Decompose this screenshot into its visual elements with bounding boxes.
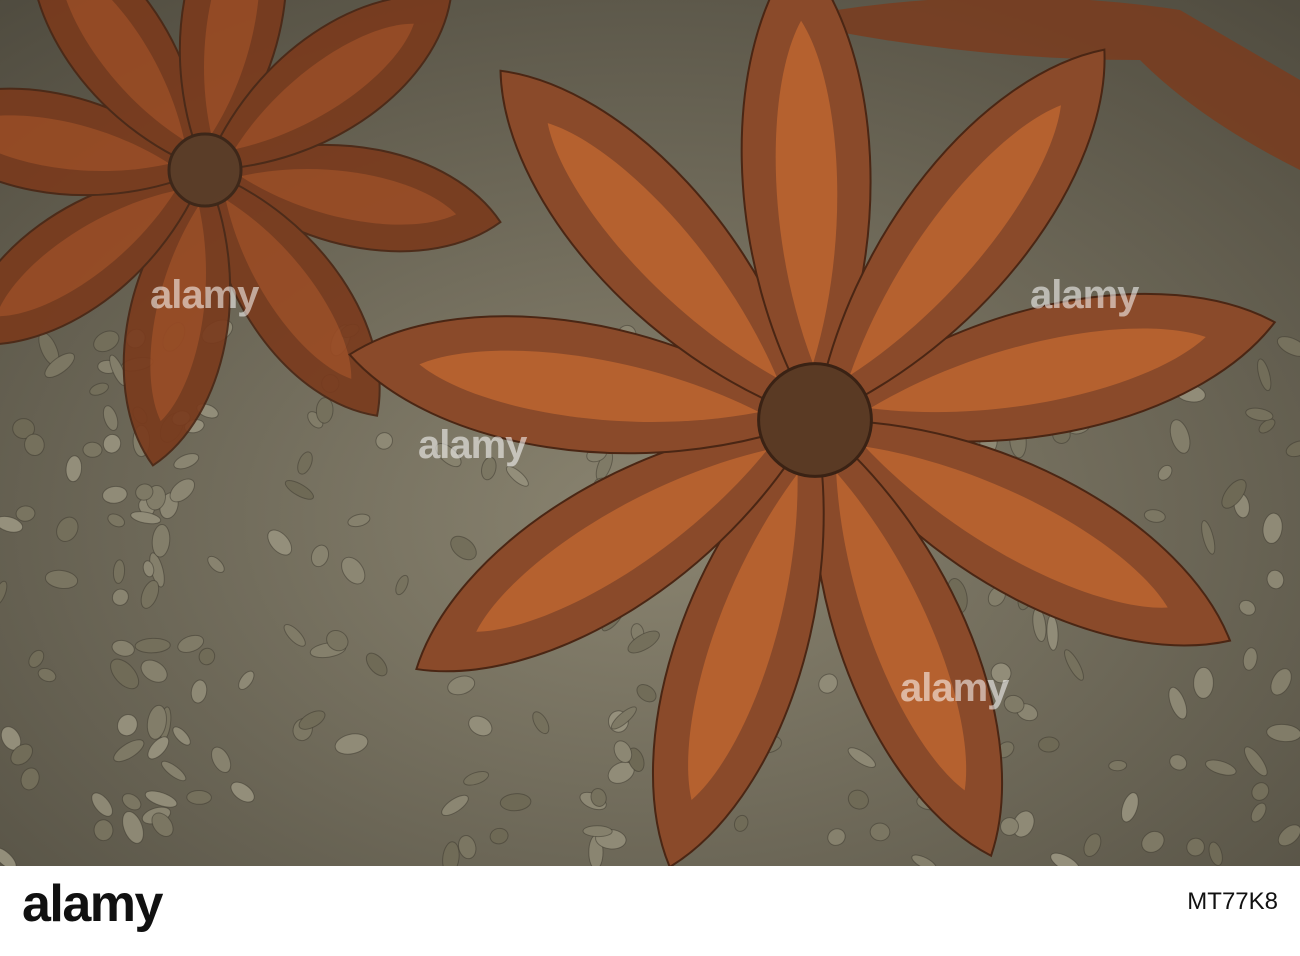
image-id: MT77K8 [1187,888,1278,915]
anise-seed [1193,666,1214,699]
star-anise-center [167,132,243,208]
watermark-text: alamy [418,423,527,467]
anise-seed [82,441,103,458]
watermark-text: alamy [1030,273,1139,317]
anise-seed [1038,736,1060,753]
watermark-text: alamy [150,273,259,317]
star-anise-center [757,362,873,478]
anise-seed [186,789,212,805]
footer-bar: alamy MT77K8 [0,866,1300,956]
alamy-logo: alamy [22,875,163,933]
stock-photo: alamy alamy alamy alamy [0,0,1300,866]
watermark-text: alamy [900,666,1009,710]
anise-seed [1108,759,1128,772]
anise-seed [582,825,613,838]
photo-illustration [0,0,1300,866]
